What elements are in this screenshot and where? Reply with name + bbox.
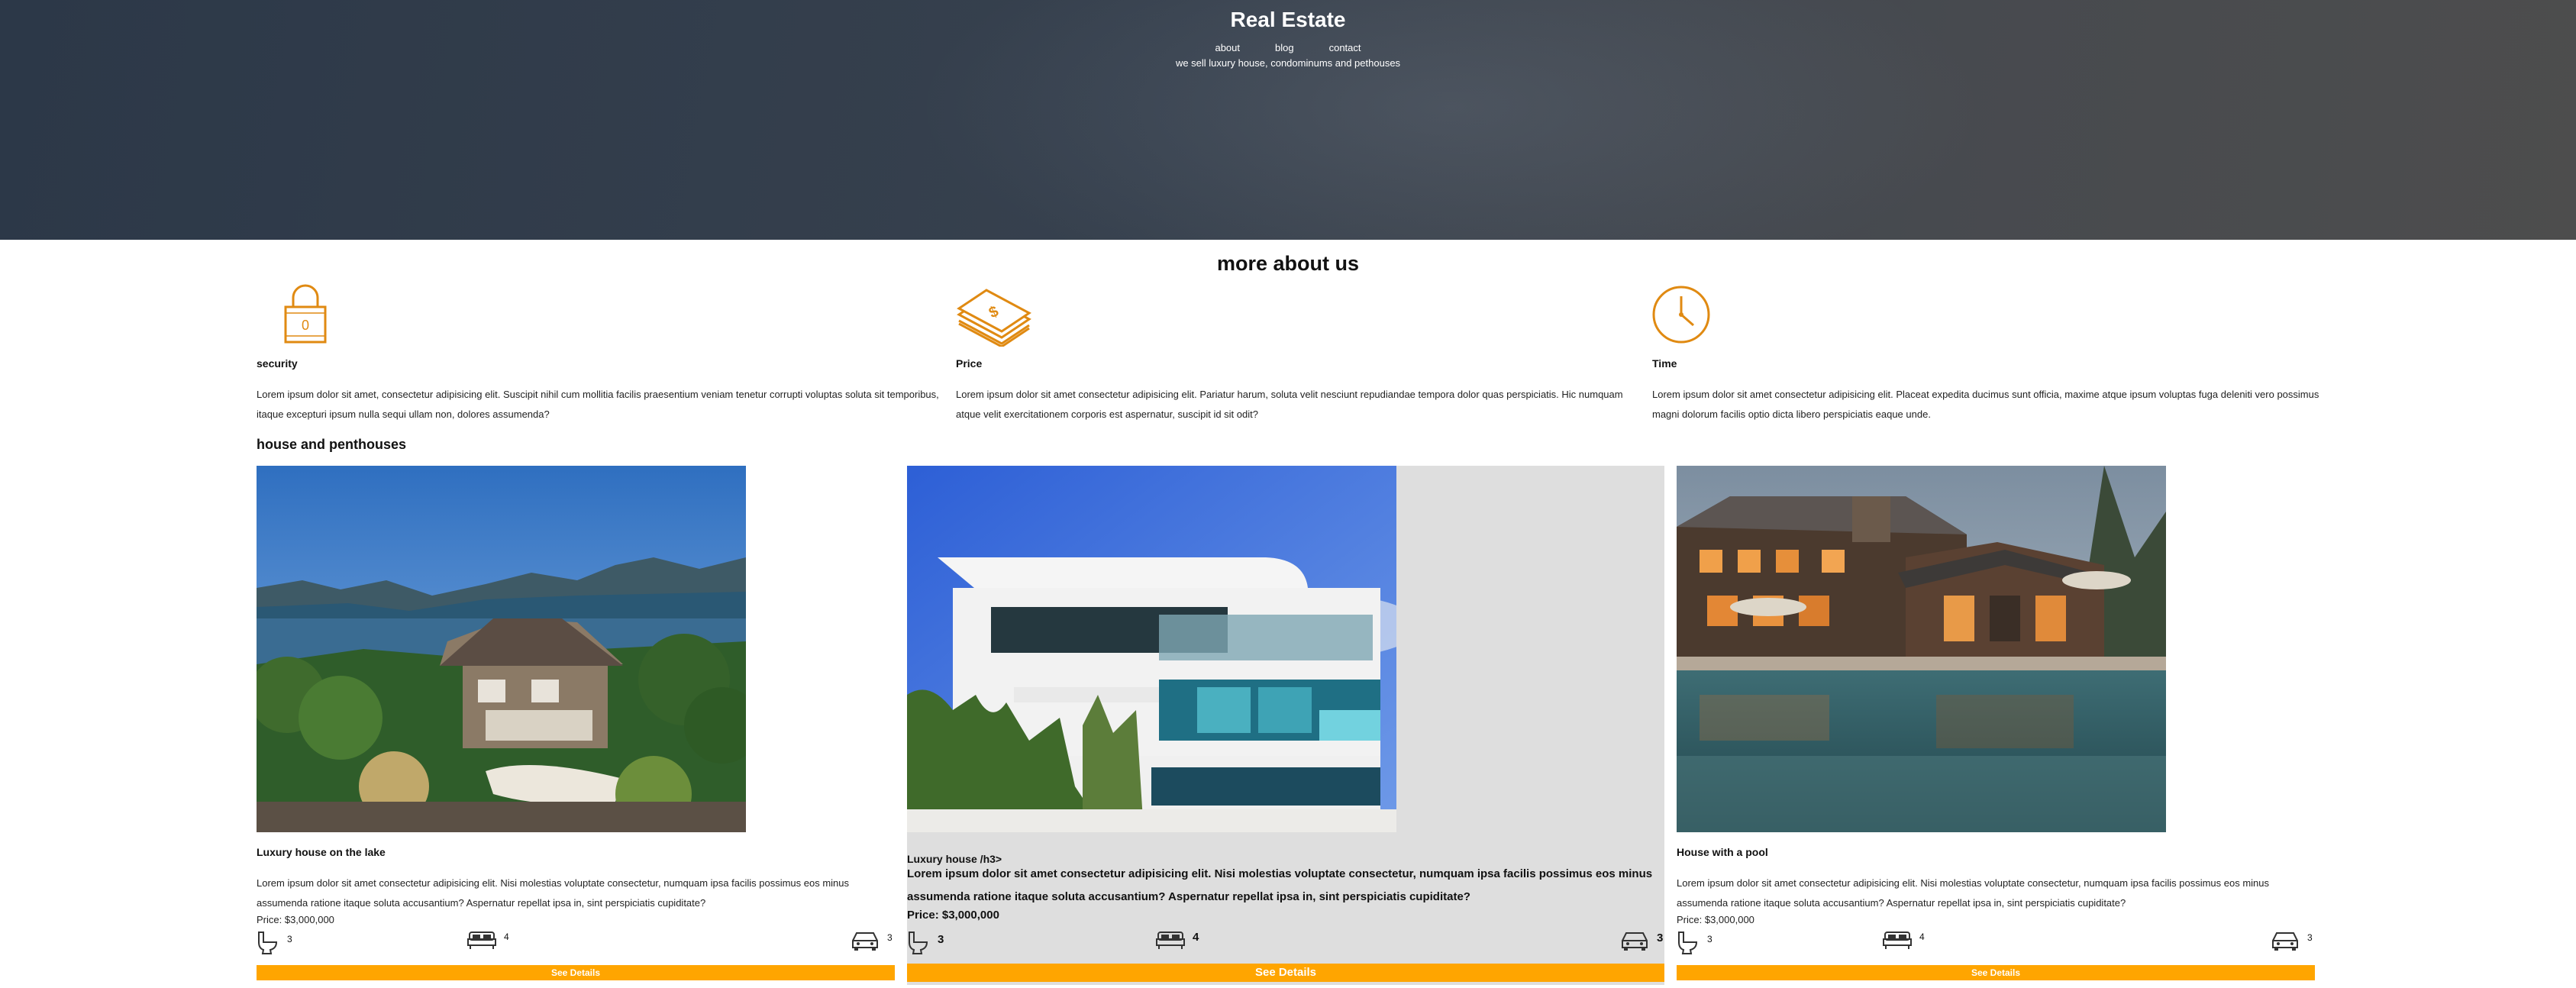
nav-link-contact[interactable]: contact — [1329, 42, 1361, 53]
listing-description: Lorem ipsum dolor sit amet consectetur a… — [1677, 877, 2270, 909]
bed-count: 4 — [467, 930, 509, 950]
nav-link-blog[interactable]: blog — [1275, 42, 1294, 53]
listing-card: Luxury house /h3> Lorem ipsum dolor sit … — [907, 466, 1664, 985]
bed-icon — [1883, 931, 1912, 949]
feature-name: security — [257, 357, 298, 370]
listings-heading: house and penthouses — [257, 437, 407, 452]
bath-count: 3 — [257, 930, 292, 954]
bed-icon — [1156, 931, 1185, 949]
listing-photo-modern-house — [907, 466, 1396, 832]
feature-text: Lorem ipsum dolor sit amet consectetur a… — [956, 389, 1623, 420]
car-count: 3 — [1620, 930, 1663, 951]
site-title: Real Estate — [1230, 8, 1346, 31]
car-count-value: 3 — [2307, 932, 2313, 943]
toilet-icon — [1678, 931, 1698, 954]
feature-name: Price — [956, 357, 983, 370]
clock-icon — [1652, 286, 1710, 344]
car-icon — [1622, 932, 1648, 951]
car-icon — [852, 932, 878, 951]
feature-name: Time — [1652, 357, 1677, 370]
see-details-button[interactable]: See Details — [257, 965, 895, 980]
hero-background-haze — [916, 0, 1985, 240]
listing-title: Luxury house on the lake — [257, 846, 386, 858]
bath-count-value: 3 — [287, 934, 292, 944]
bed-count-value: 4 — [1193, 930, 1199, 944]
feature-text: Lorem ipsum dolor sit amet, consectetur … — [257, 389, 939, 420]
feature-text: Lorem ipsum dolor sit amet consectetur a… — [1652, 389, 2319, 420]
feature-security: 0 security Lorem ipsum dolor sit amet, c… — [257, 284, 944, 420]
see-details-button[interactable]: See Details — [1677, 965, 2315, 980]
car-count-value: 3 — [887, 932, 893, 943]
toilet-icon — [909, 931, 928, 954]
bed-count: 4 — [1156, 930, 1199, 950]
car-icon — [2272, 932, 2298, 951]
listing-price: Price: $3,000,000 — [907, 909, 999, 922]
listing-photo-lake-house — [257, 466, 746, 832]
bed-count-value: 4 — [1919, 931, 1925, 942]
hero-tagline: we sell luxury house, condominums and pe… — [1175, 57, 1401, 69]
feature-time: Time Lorem ipsum dolor sit amet consecte… — [1652, 284, 2321, 420]
listing-title: House with a pool — [1677, 846, 1768, 858]
bath-count-value: 3 — [938, 932, 944, 946]
see-details-button[interactable]: See Details — [907, 964, 1664, 982]
nav-link-about[interactable]: about — [1215, 42, 1240, 53]
hero-banner: Real Estate about blog contact we sell l… — [0, 0, 2576, 240]
listing-price: Price: $3,000,000 — [1677, 914, 1754, 925]
bed-count-value: 4 — [504, 931, 509, 942]
money-icon: $ — [957, 289, 1031, 348]
svg-text:0: 0 — [302, 318, 309, 333]
toilet-icon — [258, 931, 278, 954]
about-heading: more about us — [1216, 252, 1360, 275]
main-nav: about blog contact — [0, 42, 2576, 53]
bath-count-value: 3 — [1707, 934, 1712, 944]
car-count-value: 3 — [1657, 931, 1664, 944]
bath-count: 3 — [907, 930, 944, 954]
feature-price: $ Price Lorem ipsum dolor sit amet conse… — [956, 284, 1628, 420]
bed-count: 4 — [1883, 930, 1925, 950]
listing-description: Lorem ipsum dolor sit amet consectetur a… — [257, 877, 850, 909]
listing-card: Luxury house on the lake Lorem ipsum dol… — [257, 466, 895, 985]
car-count: 3 — [851, 930, 893, 951]
bath-count: 3 — [1677, 930, 1712, 954]
lock-icon: 0 — [284, 284, 327, 344]
listing-photo-pool-house — [1677, 466, 2166, 832]
bed-icon — [467, 931, 496, 949]
listing-card: House with a pool Lorem ipsum dolor sit … — [1677, 466, 2315, 985]
listing-price: Price: $3,000,000 — [257, 914, 334, 925]
car-count: 3 — [2271, 930, 2313, 951]
listing-description: Lorem ipsum dolor sit amet consectetur a… — [907, 867, 1653, 903]
